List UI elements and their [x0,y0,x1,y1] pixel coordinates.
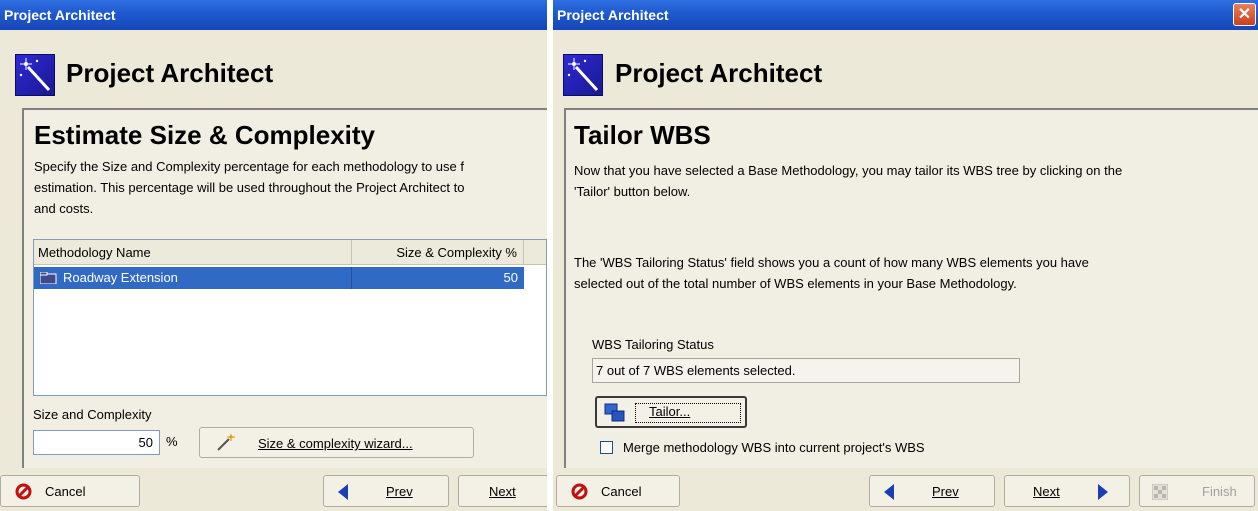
methodology-list[interactable]: Methodology Name Size & Complexity % Roa… [33,239,547,396]
cancel-button[interactable]: Cancel [556,475,680,507]
wizard-button-label: Size & complexity wizard... [258,436,413,451]
tailor-windows-icon [604,403,626,426]
arrow-left-icon [338,484,348,503]
cancel-button-label: Cancel [45,484,86,499]
paragraph-line: The 'WBS Tailoring Status' field shows y… [574,255,1089,270]
magic-wand-logo-icon [15,54,55,96]
folder-icon [39,271,57,285]
paragraph-line: 'Tailor' button below. [574,184,691,199]
merge-wbs-checkbox-label[interactable]: Merge methodology WBS into current proje… [623,437,925,458]
prev-button-label: Prev [386,484,413,499]
left-button-bar: Cancel Prev Next [0,470,547,511]
right-header-title: Project Architect [615,58,823,88]
magic-wand-icon [216,434,236,455]
left-window-title: Project Architect [4,7,116,23]
right-window-title: Project Architect [557,7,669,23]
size-complexity-wizard-button[interactable]: Size & complexity wizard... [199,427,474,458]
size-complexity-input[interactable]: 50 [33,430,160,455]
cancel-button-label: Cancel [601,484,642,499]
column-header-size-complexity[interactable]: Size & Complexity % [352,240,524,265]
left-header-title: Project Architect [66,58,274,88]
finish-flag-icon [1151,483,1169,503]
cancel-icon [571,483,588,503]
percent-sign: % [166,434,178,449]
next-button-label: Next [1033,484,1060,499]
right-content-panel: Tailor WBS Now that you have selected a … [564,108,1258,468]
description-line: Specify the Size and Complexity percenta… [34,159,464,174]
right-button-bar: Cancel Prev Next Finish [553,470,1258,511]
wbs-tailoring-status-label: WBS Tailoring Status [592,337,714,352]
left-header: Project Architect [0,44,547,106]
wbs-tailoring-status-field: 7 out of 7 WBS elements selected. [592,358,1020,383]
tailoring-status-paragraph: The 'WBS Tailoring Status' field shows y… [574,252,1089,294]
column-header-filler [524,240,546,265]
paragraph-line: Now that you have selected a Base Method… [574,163,1123,178]
column-header-label: Size & Complexity % [396,245,517,260]
description-line: estimation. This percentage will be used… [34,180,465,195]
prev-button-label: Prev [932,484,959,499]
description-line: and costs. [34,201,94,216]
size-complexity-cell: 50 [503,270,518,285]
tailor-intro-paragraph: Now that you have selected a Base Method… [574,160,1122,202]
paragraph-line: selected out of the total number of WBS … [574,276,1017,291]
right-title-bar[interactable]: Project Architect ✕ [553,0,1258,30]
arrow-left-icon [884,484,894,503]
next-button-label: Next [489,484,516,499]
close-button[interactable]: ✕ [1233,3,1256,26]
next-button[interactable]: Next [1004,475,1130,507]
left-title-bar[interactable]: Project Architect [0,0,547,30]
size-complexity-label: Size and Complexity [33,407,152,422]
table-row[interactable]: Roadway Extension 50 [34,267,524,289]
cancel-icon [15,483,32,503]
tailor-button-label: Tailor... [649,404,691,419]
arrow-right-icon [1098,484,1108,503]
right-dialog-window: Project Architect ✕ Project Architect Ta… [553,0,1258,511]
cell-divider [351,267,352,289]
prev-button[interactable]: Prev [869,475,995,507]
finish-button[interactable]: Finish [1139,475,1255,507]
merge-wbs-checkbox[interactable] [600,441,613,454]
close-icon: ✕ [1237,6,1252,23]
next-button[interactable]: Next [458,475,547,507]
magic-wand-logo-icon [563,54,603,96]
methodology-name-cell: Roadway Extension [63,270,178,285]
prev-button[interactable]: Prev [323,475,449,507]
right-header: Project Architect [553,44,1258,106]
tailor-button[interactable]: Tailor... [595,396,747,428]
wbs-tailoring-status-value: 7 out of 7 WBS elements selected. [596,363,796,378]
left-dialog-window: Project Architect Project Architect Esti… [0,0,547,511]
size-complexity-value: 50 [138,435,153,450]
left-page-heading: Estimate Size & Complexity [34,120,375,150]
cancel-button[interactable]: Cancel [0,475,140,507]
column-header-methodology-name[interactable]: Methodology Name [34,240,352,265]
column-header-label: Methodology Name [38,245,151,260]
left-description: Specify the Size and Complexity percenta… [34,156,547,219]
finish-button-label: Finish [1202,484,1237,499]
right-page-heading: Tailor WBS [574,120,711,150]
